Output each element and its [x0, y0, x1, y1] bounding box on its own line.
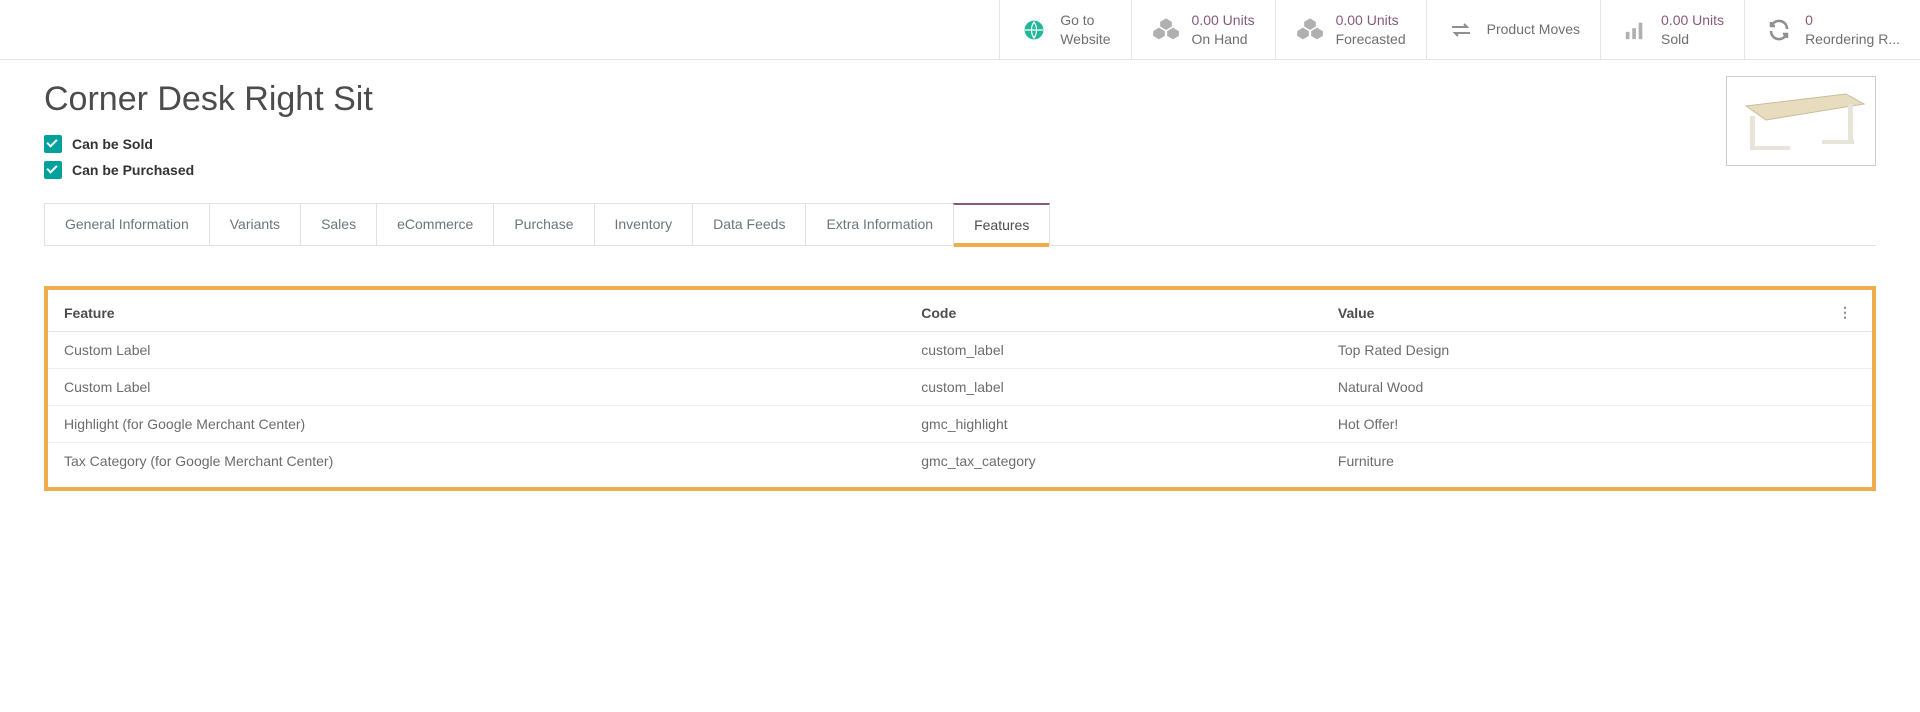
checkbox-icon — [44, 161, 62, 179]
stat-forecasted[interactable]: 0.00 Units Forecasted — [1275, 0, 1426, 59]
table-row[interactable]: Highlight (for Google Merchant Center)gm… — [48, 406, 1872, 443]
product-title: Corner Desk Right Sit — [44, 80, 1876, 119]
stat-label: Reordering R... — [1805, 30, 1900, 48]
product-form: Corner Desk Right Sit Can be Sold Can be… — [0, 60, 1920, 246]
cell-feature: Custom Label — [48, 369, 905, 406]
boxes-icon — [1296, 16, 1324, 44]
cell-empty — [1730, 406, 1872, 443]
kebab-icon: ⋮ — [1838, 304, 1852, 320]
cell-code: gmc_highlight — [905, 406, 1322, 443]
stat-value: 0.00 Units — [1661, 11, 1724, 29]
cell-feature: Highlight (for Google Merchant Center) — [48, 406, 905, 443]
col-value[interactable]: Value — [1322, 294, 1730, 332]
checkbox-label: Can be Sold — [72, 136, 153, 152]
product-image[interactable] — [1726, 76, 1876, 166]
stat-bar: Go to Website 0.00 Units On Hand 0.00 Un… — [0, 0, 1920, 60]
table-row[interactable]: Custom Labelcustom_labelTop Rated Design — [48, 332, 1872, 369]
tab-variants[interactable]: Variants — [209, 203, 301, 245]
checkbox-can-be-purchased[interactable]: Can be Purchased — [44, 161, 1876, 179]
stat-reordering-rules[interactable]: 0 Reordering R... — [1744, 0, 1920, 59]
exchange-icon — [1447, 16, 1475, 44]
cell-feature: Tax Category (for Google Merchant Center… — [48, 443, 905, 480]
cell-empty — [1730, 369, 1872, 406]
tab-features[interactable]: Features — [953, 203, 1050, 245]
stat-product-moves[interactable]: Product Moves — [1426, 0, 1600, 59]
cell-value: Natural Wood — [1322, 369, 1730, 406]
stat-label: Product Moves — [1487, 20, 1580, 38]
features-table-highlight: Feature Code Value ⋮ Custom Labelcustom_… — [44, 286, 1876, 491]
features-table: Feature Code Value ⋮ Custom Labelcustom_… — [48, 294, 1872, 479]
col-feature[interactable]: Feature — [48, 294, 905, 332]
cell-code: gmc_tax_category — [905, 443, 1322, 480]
tab-general-information[interactable]: General Information — [44, 203, 210, 245]
checkbox-icon — [44, 135, 62, 153]
stat-line2: Website — [1060, 30, 1110, 48]
cell-empty — [1730, 443, 1872, 480]
desk-icon — [1736, 86, 1866, 156]
stat-label: Forecasted — [1336, 30, 1406, 48]
stat-go-to-website[interactable]: Go to Website — [999, 0, 1130, 59]
tab-data-feeds[interactable]: Data Feeds — [692, 203, 806, 245]
bars-icon — [1621, 16, 1649, 44]
table-row[interactable]: Custom Labelcustom_labelNatural Wood — [48, 369, 1872, 406]
stat-value: 0.00 Units — [1336, 11, 1406, 29]
cell-code: custom_label — [905, 369, 1322, 406]
cell-value: Hot Offer! — [1322, 406, 1730, 443]
globe-icon — [1020, 16, 1048, 44]
tab-inventory[interactable]: Inventory — [594, 203, 694, 245]
col-code[interactable]: Code — [905, 294, 1322, 332]
stat-label: On Hand — [1192, 30, 1255, 48]
refresh-icon — [1765, 16, 1793, 44]
stat-label: Sold — [1661, 30, 1724, 48]
cell-code: custom_label — [905, 332, 1322, 369]
tab-bar: General InformationVariantsSaleseCommerc… — [44, 203, 1876, 246]
cell-value: Furniture — [1322, 443, 1730, 480]
tab-extra-information[interactable]: Extra Information — [805, 203, 954, 245]
stat-value: 0 — [1805, 11, 1900, 29]
cell-value: Top Rated Design — [1322, 332, 1730, 369]
tab-ecommerce[interactable]: eCommerce — [376, 203, 494, 245]
tab-sales[interactable]: Sales — [300, 203, 377, 245]
stat-on-hand[interactable]: 0.00 Units On Hand — [1131, 0, 1275, 59]
col-options[interactable]: ⋮ — [1730, 294, 1872, 332]
boxes-icon — [1152, 16, 1180, 44]
tab-purchase[interactable]: Purchase — [493, 203, 594, 245]
cell-feature: Custom Label — [48, 332, 905, 369]
checkbox-can-be-sold[interactable]: Can be Sold — [44, 135, 1876, 153]
stat-value: 0.00 Units — [1192, 11, 1255, 29]
checkbox-label: Can be Purchased — [72, 162, 194, 178]
table-row[interactable]: Tax Category (for Google Merchant Center… — [48, 443, 1872, 480]
stat-line1: Go to — [1060, 11, 1110, 29]
stat-sold[interactable]: 0.00 Units Sold — [1600, 0, 1744, 59]
cell-empty — [1730, 332, 1872, 369]
